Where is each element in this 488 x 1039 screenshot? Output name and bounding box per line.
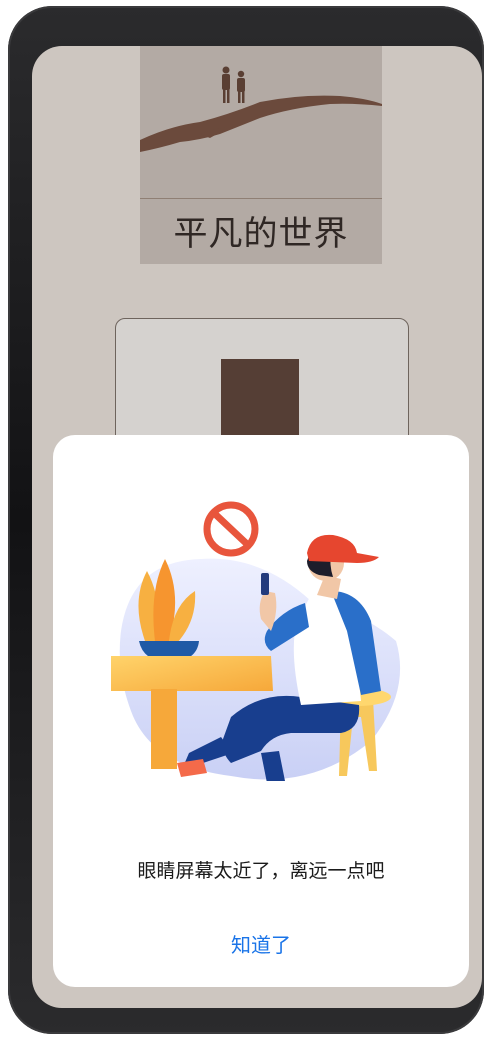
book-cover-card[interactable]: 平凡的世界: [140, 46, 382, 264]
person-using-phone-illustration: [111, 501, 401, 781]
warning-message: 眼睛屏幕太近了，离远一点吧: [137, 860, 385, 882]
no-sign-icon: [203, 501, 259, 557]
book-cover-divider: [140, 198, 382, 199]
eye-distance-warning-dialog: 眼睛屏幕太近了，离远一点吧 知道了: [53, 435, 469, 987]
book-title: 平凡的世界: [173, 214, 349, 254]
book-cover-art: [140, 66, 382, 152]
app-screen: 平凡的世界 眼睛屏幕太近了，离远一点吧 知道了: [32, 46, 482, 1008]
got-it-button[interactable]: 知道了: [193, 925, 329, 965]
phone-frame: 平凡的世界 眼睛屏幕太近了，离远一点吧 知道了: [8, 6, 484, 1034]
